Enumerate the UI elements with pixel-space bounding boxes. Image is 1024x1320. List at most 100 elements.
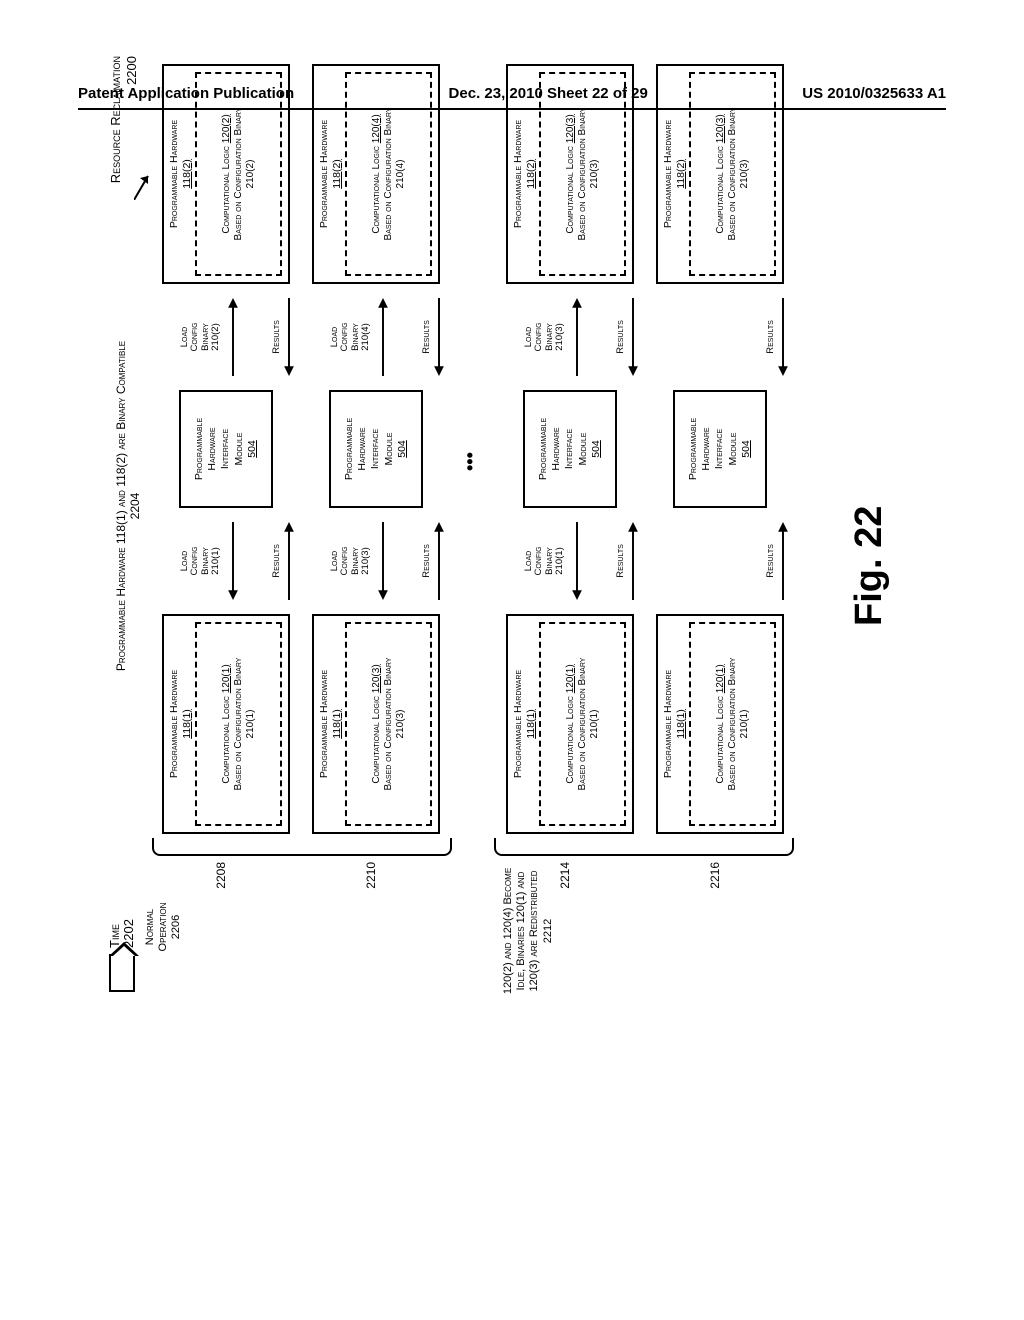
cb-210-1: 210(1) [245,628,257,820]
cl-title: Computational Logic 120(3) [715,78,727,270]
cl-prefix: Computational Logic [565,693,576,783]
cl-120-3-box: Computational Logic 120(3) Based on Conf… [689,72,776,276]
time-indicator: Time 2202 [108,919,137,992]
phim-box: Programmable Hardware Interface Module 5… [673,390,767,508]
iface-ref: 504 [740,396,753,502]
phw-title: Programmable Hardware118(1) [168,622,193,826]
cl-title: Computational Logic 120(2) [221,78,233,270]
phw-title-text: Programmable Hardware [512,120,524,228]
binary-compatible-label: Programmable Hardware 118(1) and 118(2) … [114,256,143,756]
cl-title: Computational Logic 120(1) [565,628,577,820]
load-bin-210-3: 210(3) [360,547,371,574]
iface-l4: Module [383,396,396,502]
cl-title: Computational Logic 120(3) [565,78,577,270]
row-2210: Programmable Hardware118(1) Computationa… [306,64,446,834]
load-l1: Load [329,551,340,571]
cl-120-4-box: Computational Logic 120(4) Based on Conf… [345,72,432,276]
load-label: LoadConfigBinary210(4) [330,294,372,380]
iface-l2: Hardware [206,396,219,502]
load-l2: Config [189,546,200,575]
ellipsis: ••• [460,452,481,471]
arrow-right-icon [572,298,582,376]
cb-210-3: 210(3) [589,78,601,270]
cl-prefix: Computational Logic [371,693,382,783]
phw-title: Programmable Hardware118(2) [168,72,193,276]
phw-118-1-ref: 118(1) [675,709,687,739]
load-l1: Load [179,551,190,571]
cl-title: Computational Logic 120(1) [715,628,727,820]
load-l2: Config [533,546,544,575]
phw-title-text: Programmable Hardware [662,120,674,228]
cl-based-on: Based on Configuration Binary [233,78,245,270]
load-l3: Binary [200,323,211,351]
mid-col-1b: LoadConfigBinary210(2) Results [162,294,290,380]
load-l3: Binary [350,547,361,575]
row-2216: Programmable Hardware 118(1) Computationa… [650,64,790,834]
row-ref-2208: 2208 [214,862,228,904]
figure-rotated-wrap: Time 2202 Programmable Hardware 118(1) a… [108,196,1024,996]
cl-title: Computational Logic 120(3) [371,628,383,820]
cl-prefix: Computational Logic [371,143,382,233]
cl-based-on: Based on Configuration Binary [383,78,395,270]
arrow-left-icon [778,298,788,376]
load-l3: Binary [544,547,555,575]
load-bin-210-2: 210(2) [210,323,221,350]
phim-box: Programmable Hardware Interface Module 5… [329,390,423,508]
mid-col-1a: LoadConfigBinary210(1) Results [162,518,290,604]
binary-compatible-text: Programmable Hardware 118(1) and 118(2) … [114,341,128,671]
iface-l2: Hardware [700,396,713,502]
normal-op-ref: 2206 [170,915,182,939]
load-l2: Config [339,546,350,575]
phw-title: Programmable Hardware118(2) [318,72,343,276]
phim-box: Programmable Hardware Interface Module 5… [523,390,617,508]
label-redistributed: 120(2) and 120(4) Become Idle, Binaries … [502,866,555,996]
phw-118-1-ref: 118(1) [181,709,193,739]
results-label: Results [272,294,282,380]
load-label: LoadConfigBinary210(1) [180,518,222,604]
phw-118-1-box: Programmable Hardware118(1) Computationa… [312,614,440,834]
normal-op-l2: Operation [157,903,169,952]
iface-l3: Interface [563,396,576,502]
load-l2: Config [189,322,200,351]
iface-l4: Module [577,396,590,502]
cl-120-3-ref: 120(3) [565,114,576,143]
cl-120-1-box: Computational Logic 120(1) Based on Conf… [689,622,776,826]
load-l1: Load [523,327,534,347]
diagram-title-text: Resource Reclaimation [108,56,123,183]
iface-l4: Module [727,396,740,502]
mid-col-3a: LoadConfigBinary210(1) Results [506,518,634,604]
cl-prefix: Computational Logic [221,143,232,233]
iface-l3: Interface [219,396,232,502]
mid-col-2b: LoadConfigBinary210(4) Results [312,294,440,380]
cb-210-1: 210(1) [739,628,751,820]
cl-120-1-box: Computational Logic 120(1) Based on Conf… [195,622,282,826]
phim-box: Programmable Hardware Interface Module 5… [179,390,273,508]
diagram-title-ref: 2200 [124,56,139,85]
load-bin-210-3: 210(3) [554,323,565,350]
phw-118-1-box: Programmable Hardware118(1) Computationa… [506,614,634,834]
arrow-right-icon [228,298,238,376]
load-label: LoadConfigBinary210(3) [524,294,566,380]
redist-text: 120(2) and 120(4) Become Idle, Binaries … [502,868,540,994]
phw-title: Programmable Hardware118(1) [512,622,537,826]
load-l3: Binary [350,323,361,351]
phw-118-2-ref: 118(2) [675,159,687,189]
phw-118-2-box: Programmable Hardware118(2) Computationa… [162,64,290,284]
row-ref-2210: 2210 [364,862,378,904]
normal-op-l1: Normal [144,909,156,945]
phw-118-2-box: Programmable Hardware118(2) Computationa… [312,64,440,284]
iface-ref: 504 [246,396,259,502]
cl-based-on: Based on Configuration Binary [383,628,395,820]
binary-compatible-ref: 2204 [128,493,142,520]
load-bin-210-4: 210(4) [360,323,371,350]
phw-title-text: Programmable Hardware [512,670,524,778]
load-l1: Load [179,327,190,347]
cl-120-3-box: Computational Logic 120(3) Based on Conf… [345,622,432,826]
load-l3: Binary [544,323,555,351]
arrow-right-icon [778,522,788,600]
cl-120-1-ref: 120(1) [565,664,576,693]
phw-118-1-ref: 118(1) [525,709,537,739]
bracket-normal-operation [152,838,452,856]
title-pointer-arrow-icon [134,170,136,200]
phw-118-1-ref: 118(1) [331,709,343,739]
